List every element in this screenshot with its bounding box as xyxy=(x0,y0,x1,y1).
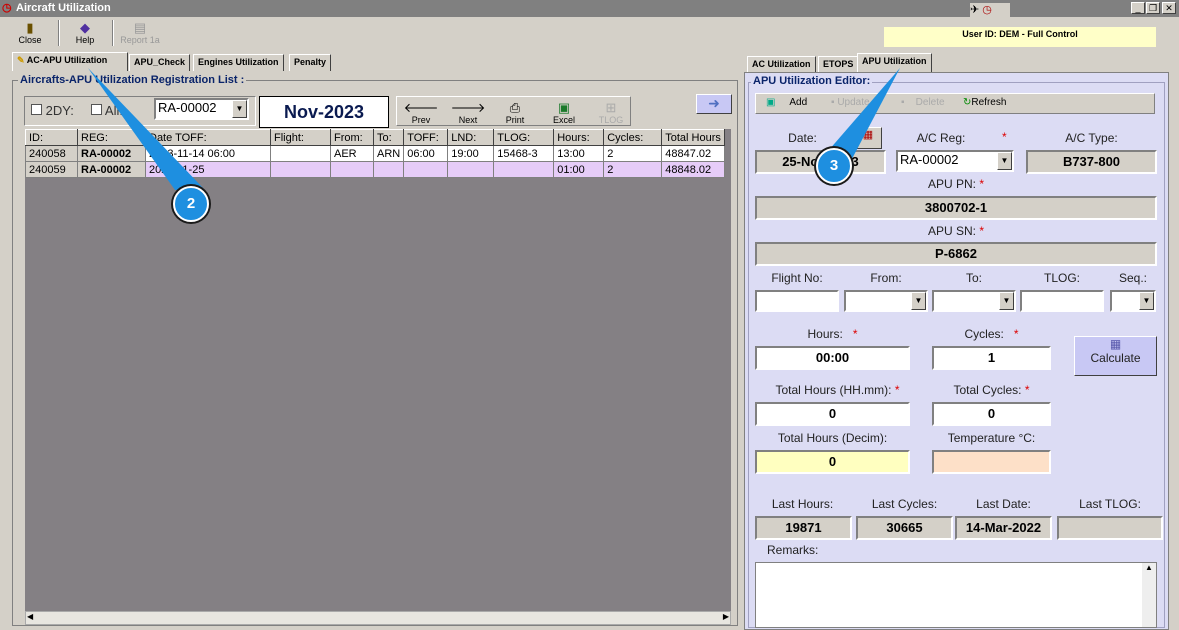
callout-3: 3 xyxy=(816,148,852,184)
callout-2-pointer xyxy=(88,68,205,190)
callout-pointers xyxy=(88,68,900,190)
callout-2: 2 xyxy=(173,186,209,222)
